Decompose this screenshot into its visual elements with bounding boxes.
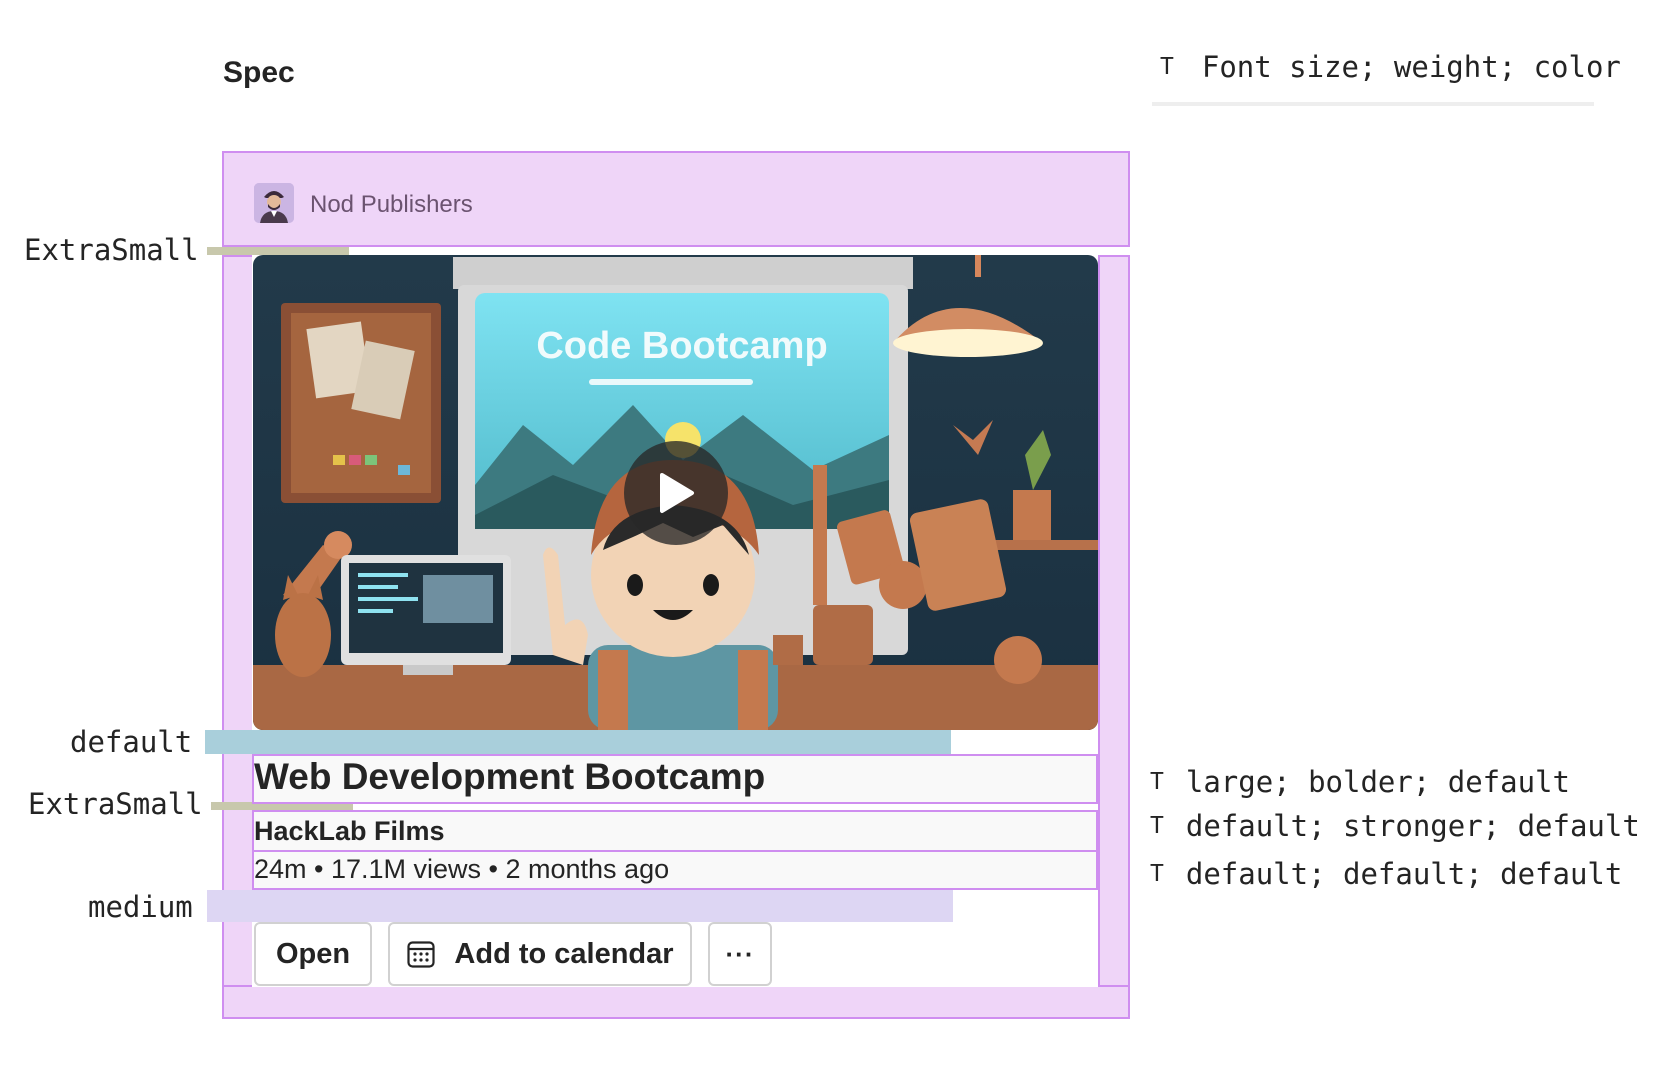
page-title: Spec [223, 56, 295, 89]
play-button[interactable] [624, 441, 728, 545]
legend-divider [1152, 102, 1594, 106]
video-title[interactable]: Web Development Bootcamp [254, 756, 765, 798]
token-text: large; bolder; default [1185, 765, 1570, 799]
more-icon: ··· [725, 938, 755, 969]
person-avatar-icon [254, 183, 294, 223]
open-button[interactable]: Open [254, 922, 372, 986]
video-meta: 24m • 17.1M views • 2 months ago [254, 854, 670, 884]
publisher-name[interactable]: Nod Publishers [310, 191, 473, 219]
add-to-calendar-label: Add to calendar [454, 937, 674, 970]
text-style-icon: T [1150, 769, 1164, 795]
legend-text: Font size; weight; color [1201, 50, 1621, 84]
text-style-icon: T [1150, 861, 1164, 887]
token-text: default; stronger; default [1185, 809, 1640, 843]
spacing-mark-default [205, 730, 951, 754]
video-channel: HackLab Films [254, 816, 445, 846]
calendar-icon [407, 941, 436, 968]
spacing-label-extra-small: ExtraSmall [24, 233, 199, 267]
spacing-label-default: default [70, 725, 193, 759]
right-padding-region [1098, 255, 1130, 987]
play-icon [660, 473, 694, 513]
spacing-mark-extra-small [207, 247, 349, 255]
token-annotation-title: T large; bolder; default [1150, 765, 1570, 799]
bottom-padding-region [222, 985, 1130, 1019]
token-annotation-subtitle: T default; stronger; default [1150, 809, 1640, 843]
spacing-mark-medium [207, 890, 953, 922]
add-to-calendar-button[interactable]: Add to calendar [388, 922, 692, 986]
legend: T Font size; weight; color [1160, 50, 1621, 84]
more-options-button[interactable]: ··· [708, 922, 772, 986]
token-annotation-meta: T default; default; default [1150, 857, 1622, 891]
text-style-icon: T [1160, 54, 1174, 80]
token-text: default; default; default [1185, 857, 1623, 891]
text-style-icon: T [1150, 813, 1164, 839]
open-button-label: Open [275, 937, 351, 970]
left-padding-region [222, 255, 254, 987]
spacing-label-extra-small: ExtraSmall [28, 787, 203, 821]
svg-text:Code Bootcamp: Code Bootcamp [536, 325, 827, 367]
spacing-label-medium: medium [88, 890, 193, 924]
